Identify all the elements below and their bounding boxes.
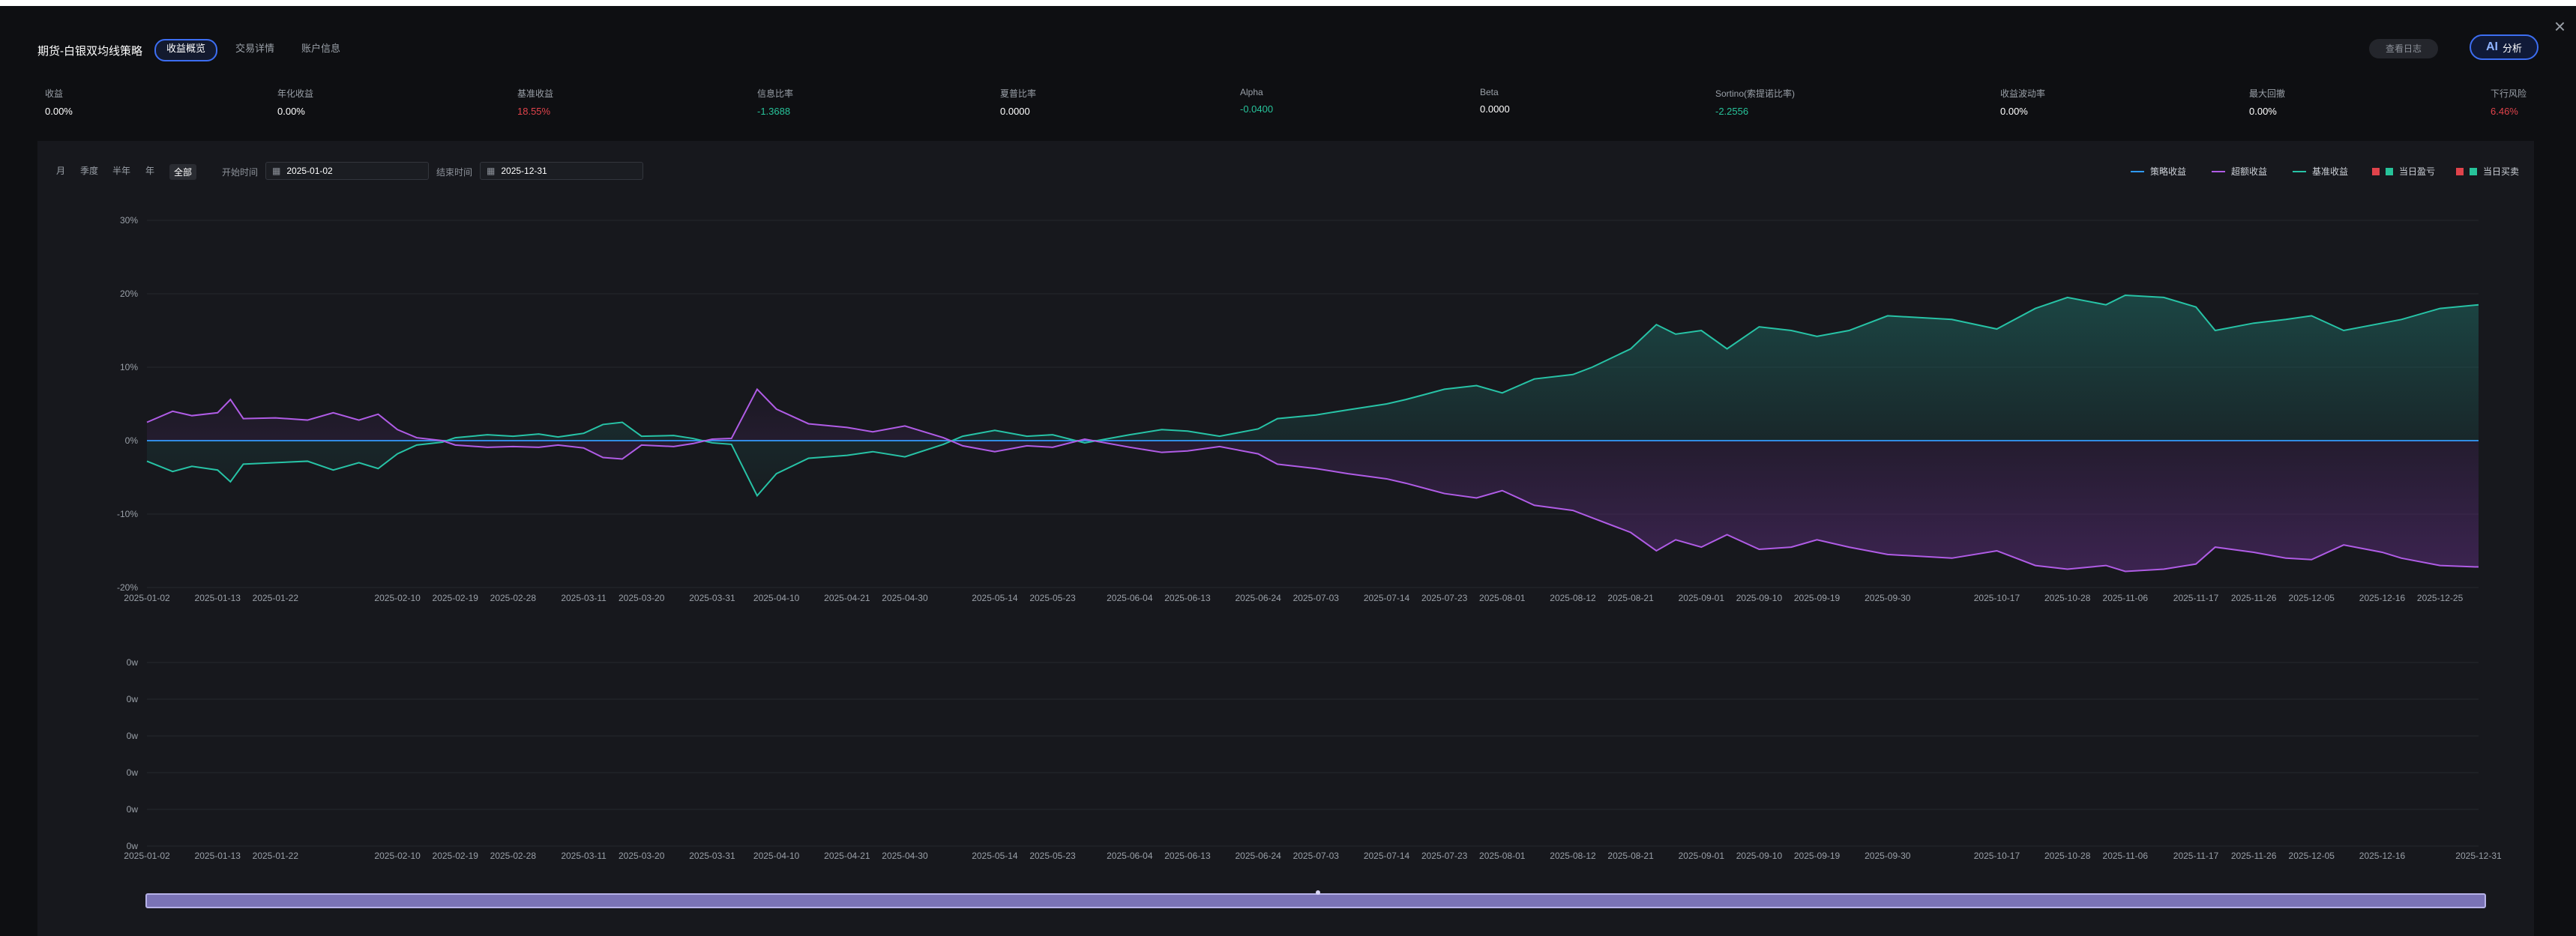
x-tick-label: 2025-06-24 xyxy=(1235,851,1281,861)
x-tick-label: 2025-04-21 xyxy=(824,851,870,861)
x-tick-label: 2025-03-20 xyxy=(619,851,665,861)
x-tick-label: 2025-08-21 xyxy=(1607,593,1654,603)
x-tick-label: 2025-08-01 xyxy=(1479,851,1526,861)
x-tick-label: 2025-07-14 xyxy=(1364,851,1410,861)
x-tick-label: 2025-07-03 xyxy=(1293,851,1340,861)
y-tick-label: 0w xyxy=(127,841,139,851)
x-tick-label: 2025-09-30 xyxy=(1865,593,1911,603)
x-tick-label: 2025-11-17 xyxy=(2173,851,2219,861)
x-tick-label: 2025-01-02 xyxy=(124,851,170,861)
x-tick-label: 2025-09-30 xyxy=(1865,851,1911,861)
y-tick-label: 0w xyxy=(127,731,139,741)
y-tick-label: 30% xyxy=(120,215,138,226)
x-tick-label: 2025-05-23 xyxy=(1029,851,1076,861)
x-tick-label: 2025-02-10 xyxy=(374,851,421,861)
x-tick-label: 2025-09-10 xyxy=(1736,593,1783,603)
x-tick-label: 2025-01-22 xyxy=(253,851,299,861)
x-tick-label: 2025-10-17 xyxy=(1974,593,2020,603)
x-tick-label: 2025-06-13 xyxy=(1164,851,1211,861)
y-tick-label: 0% xyxy=(125,435,139,446)
x-tick-label: 2025-03-31 xyxy=(689,593,735,603)
x-tick-label: 2025-02-19 xyxy=(433,593,479,603)
x-tick-label: 2025-09-01 xyxy=(1679,851,1725,861)
y-tick-label: -20% xyxy=(117,582,138,593)
x-tick-label: 2025-02-19 xyxy=(433,851,479,861)
x-tick-label: 2025-02-10 xyxy=(374,593,421,603)
x-tick-label: 2025-09-10 xyxy=(1736,851,1783,861)
x-tick-label: 2025-01-22 xyxy=(253,593,299,603)
x-tick-label: 2025-04-10 xyxy=(753,593,800,603)
y-tick-label: -10% xyxy=(117,509,138,519)
y-tick-label: 0w xyxy=(127,657,139,668)
x-tick-label: 2025-07-23 xyxy=(1421,851,1468,861)
x-tick-label: 2025-05-14 xyxy=(972,593,1018,603)
x-tick-label: 2025-04-21 xyxy=(824,593,870,603)
x-tick-label: 2025-11-26 xyxy=(2231,851,2277,861)
y-tick-label: 20% xyxy=(120,289,138,299)
y-tick-label: 10% xyxy=(120,362,138,372)
x-tick-label: 2025-09-19 xyxy=(1794,593,1841,603)
x-tick-label: 2025-10-28 xyxy=(2044,593,2091,603)
x-tick-label: 2025-05-14 xyxy=(972,851,1018,861)
x-tick-label: 2025-01-13 xyxy=(195,851,241,861)
x-tick-label: 2025-06-24 xyxy=(1235,593,1281,603)
x-tick-label: 2025-12-25 xyxy=(2417,593,2464,603)
charts-svg: 30%20%10%0%-10%-20%2025-01-02 2025-01-13 2… xyxy=(117,215,2502,861)
x-tick-label: 2025-12-16 xyxy=(2359,593,2406,603)
x-tick-label: 2025-11-26 xyxy=(2231,593,2277,603)
x-tick-label: 2025-12-31 xyxy=(2455,851,2502,861)
x-tick-label: 2025-03-11 xyxy=(561,593,607,603)
x-tick-label: 2025-07-03 xyxy=(1293,593,1340,603)
x-tick-label: 2025-09-19 xyxy=(1794,851,1841,861)
x-tick-label: 2025-08-01 xyxy=(1479,593,1526,603)
y-tick-label: 0w xyxy=(127,804,139,815)
x-tick-label: 2025-10-28 xyxy=(2044,851,2091,861)
x-tick-label: 2025-06-04 xyxy=(1107,593,1153,603)
x-tick-label: 2025-07-14 xyxy=(1364,593,1410,603)
x-tick-label: 2025-06-04 xyxy=(1107,851,1153,861)
zoom-slider-grip[interactable] xyxy=(1316,890,1320,895)
x-tick-label: 2025-11-17 xyxy=(2173,593,2219,603)
x-tick-label: 2025-03-20 xyxy=(619,593,665,603)
x-tick-label: 2025-12-05 xyxy=(2289,593,2335,603)
x-tick-label: 2025-06-13 xyxy=(1164,593,1211,603)
x-tick-label: 2025-04-10 xyxy=(753,851,800,861)
x-tick-label: 2025-04-30 xyxy=(882,851,928,861)
y-tick-label: 0w xyxy=(127,767,139,778)
x-tick-label: 2025-03-31 xyxy=(689,851,735,861)
x-tick-label: 2025-07-23 xyxy=(1421,593,1468,603)
x-tick-label: 2025-12-05 xyxy=(2289,851,2335,861)
x-tick-label: 2025-02-28 xyxy=(490,851,537,861)
x-tick-label: 2025-08-21 xyxy=(1607,851,1654,861)
x-tick-label: 2025-04-30 xyxy=(882,593,928,603)
x-tick-label: 2025-09-01 xyxy=(1679,593,1725,603)
y-tick-label: 0w xyxy=(127,694,139,704)
x-tick-label: 2025-08-12 xyxy=(1550,851,1596,861)
zoom-slider[interactable] xyxy=(145,893,2486,908)
x-tick-label: 2025-12-16 xyxy=(2359,851,2406,861)
x-tick-label: 2025-02-28 xyxy=(490,593,537,603)
x-tick-label: 2025-10-17 xyxy=(1974,851,2020,861)
x-tick-label: 2025-05-23 xyxy=(1029,593,1076,603)
x-tick-label: 2025-11-06 xyxy=(2103,593,2149,603)
x-tick-label: 2025-11-06 xyxy=(2103,851,2149,861)
x-tick-label: 2025-08-12 xyxy=(1550,593,1596,603)
x-tick-label: 2025-03-11 xyxy=(561,851,607,861)
x-tick-label: 2025-01-13 xyxy=(195,593,241,603)
x-tick-label: 2025-01-02 xyxy=(124,593,170,603)
